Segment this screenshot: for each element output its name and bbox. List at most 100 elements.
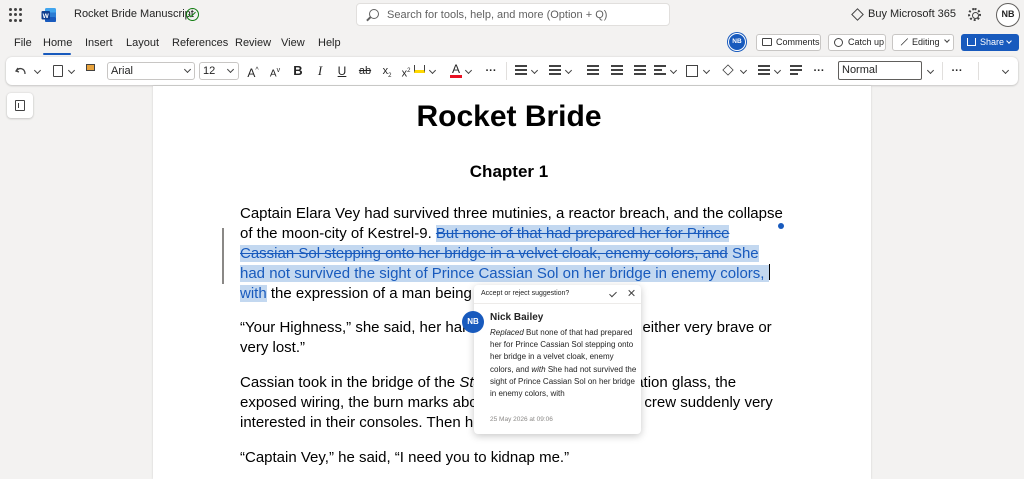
search-input[interactable]: Search for tools, help, and more (Option… <box>356 3 670 26</box>
style-value: Normal <box>842 64 878 76</box>
app-launcher-icon[interactable] <box>9 8 23 22</box>
chevron-down-icon[interactable] <box>702 66 711 75</box>
tab-references[interactable]: References <box>172 37 228 49</box>
highlight-color-icon[interactable] <box>414 65 425 73</box>
strikethrough-icon[interactable]: ab <box>358 63 372 79</box>
track-change-bar <box>222 228 224 284</box>
chevron-down-icon <box>1006 38 1012 44</box>
font-size-select[interactable]: 12 <box>199 62 239 80</box>
tab-view[interactable]: View <box>281 37 305 49</box>
more-font-options-icon[interactable]: ··· <box>484 63 498 79</box>
italic-icon[interactable]: I <box>314 63 326 79</box>
accept-check-icon[interactable] <box>609 289 617 298</box>
navigation-pane-icon <box>15 100 25 111</box>
comments-label: Comments <box>776 37 820 47</box>
more-paragraph-options-icon[interactable]: ··· <box>812 63 826 79</box>
undo-icon[interactable] <box>15 65 27 77</box>
editing-mode-button[interactable]: Editing <box>892 34 954 51</box>
chevron-down-icon[interactable] <box>564 66 573 75</box>
navigation-pane-button[interactable] <box>7 93 33 118</box>
divider <box>978 62 979 80</box>
suggestion-author-avatar: NB <box>462 311 484 333</box>
format-painter-icon[interactable] <box>86 64 95 71</box>
chapter-heading: Chapter 1 <box>469 162 549 181</box>
grow-font-icon[interactable]: A^ <box>246 63 260 80</box>
more-options-icon[interactable]: ··· <box>950 63 964 79</box>
catch-up-label: Catch up <box>848 37 885 47</box>
undo-chevron-icon[interactable] <box>33 66 42 75</box>
chevron-down-icon <box>226 65 235 74</box>
expand-ribbon-chevron-icon[interactable] <box>1001 66 1010 75</box>
decrease-indent-icon[interactable] <box>587 65 599 77</box>
increase-indent-icon[interactable] <box>611 65 623 77</box>
share-button[interactable]: Share <box>961 34 1019 51</box>
suggestion-author: Nick Bailey <box>490 312 544 323</box>
chevron-down-icon[interactable] <box>464 66 473 75</box>
font-name-select[interactable]: Arial <box>107 62 195 80</box>
tab-layout[interactable]: Layout <box>126 37 159 49</box>
account-avatar[interactable]: NB <box>996 3 1020 27</box>
chevron-down-icon[interactable] <box>530 66 539 75</box>
chevron-down-icon[interactable] <box>669 66 678 75</box>
chevron-down-icon[interactable] <box>773 66 782 75</box>
saved-sync-icon[interactable] <box>186 8 199 21</box>
search-icon <box>369 9 379 19</box>
paste-chevron-icon[interactable] <box>67 66 76 75</box>
suggestion-description: Replaced But none of that had prepared h… <box>490 327 638 400</box>
line-spacing-icon[interactable] <box>758 65 770 77</box>
chevron-down-icon[interactable] <box>428 66 437 75</box>
styles-select[interactable]: Normal <box>838 61 922 80</box>
chevron-down-icon <box>183 65 192 74</box>
comments-button[interactable]: Comments <box>756 34 821 51</box>
tab-insert[interactable]: Insert <box>85 37 113 49</box>
coauthor-avatar[interactable]: NB <box>728 33 746 51</box>
reject-close-icon[interactable] <box>628 289 636 297</box>
with-label: with <box>531 364 546 374</box>
suggestion-prompt: Accept or reject suggestion? <box>481 290 570 297</box>
numbering-icon[interactable] <box>549 65 561 77</box>
font-size-value: 12 <box>203 65 216 77</box>
replaced-label: Replaced <box>490 328 524 337</box>
word-logo-icon: W <box>41 8 56 22</box>
sort-icon[interactable] <box>790 65 802 77</box>
underline-icon[interactable]: U <box>336 63 348 79</box>
share-label: Share <box>980 37 1005 47</box>
pencil-icon <box>897 35 909 46</box>
superscript-icon[interactable]: x2 <box>400 63 412 80</box>
text-caret <box>768 264 770 280</box>
align-icon[interactable] <box>654 65 666 77</box>
paragraph-3-start: Cassian took in the bridge of the <box>240 374 460 391</box>
active-tab-indicator <box>43 53 71 55</box>
paste-icon[interactable] <box>53 65 63 77</box>
font-name-value: Arial <box>111 65 134 77</box>
document-title[interactable]: Rocket Bride Manuscript <box>74 8 194 20</box>
tab-file[interactable]: File <box>14 37 32 49</box>
ribbon-toolbar: Arial 12 A^ Av B I U ab x2 x2 A ··· ··· … <box>6 57 1018 85</box>
suggestion-card-header: Accept or reject suggestion? <box>474 285 641 304</box>
comment-icon <box>762 38 772 46</box>
chevron-down-icon <box>944 37 950 43</box>
catch-up-button[interactable]: Catch up <box>828 34 886 51</box>
bold-icon[interactable]: B <box>292 63 304 79</box>
font-color-icon[interactable]: A <box>450 63 462 78</box>
tab-help[interactable]: Help <box>318 37 341 49</box>
buy-microsoft-365-link[interactable]: Buy Microsoft 365 <box>868 8 956 20</box>
subscript-icon[interactable]: x2 <box>381 63 393 79</box>
paragraph-4[interactable]: “Captain Vey,” he said, “I need you to k… <box>240 448 785 468</box>
diamond-icon <box>851 8 864 21</box>
bullets-icon[interactable] <box>515 65 527 77</box>
chevron-down-icon[interactable] <box>739 66 748 75</box>
share-icon <box>967 38 976 46</box>
styles-chevron-icon[interactable] <box>926 66 935 75</box>
tab-review[interactable]: Review <box>235 37 271 49</box>
title-bar: W Rocket Bride Manuscript Search for too… <box>0 0 1024 30</box>
borders-icon[interactable] <box>686 65 698 77</box>
tab-home[interactable]: Home <box>43 37 72 49</box>
inserted-with-text[interactable]: with <box>240 285 267 302</box>
shrink-font-icon[interactable]: Av <box>268 63 282 79</box>
settings-gear-icon[interactable] <box>968 8 981 21</box>
paragraph-icon[interactable] <box>634 65 646 77</box>
divider <box>506 62 507 80</box>
catch-up-icon <box>834 38 843 47</box>
shading-icon[interactable] <box>722 64 734 76</box>
